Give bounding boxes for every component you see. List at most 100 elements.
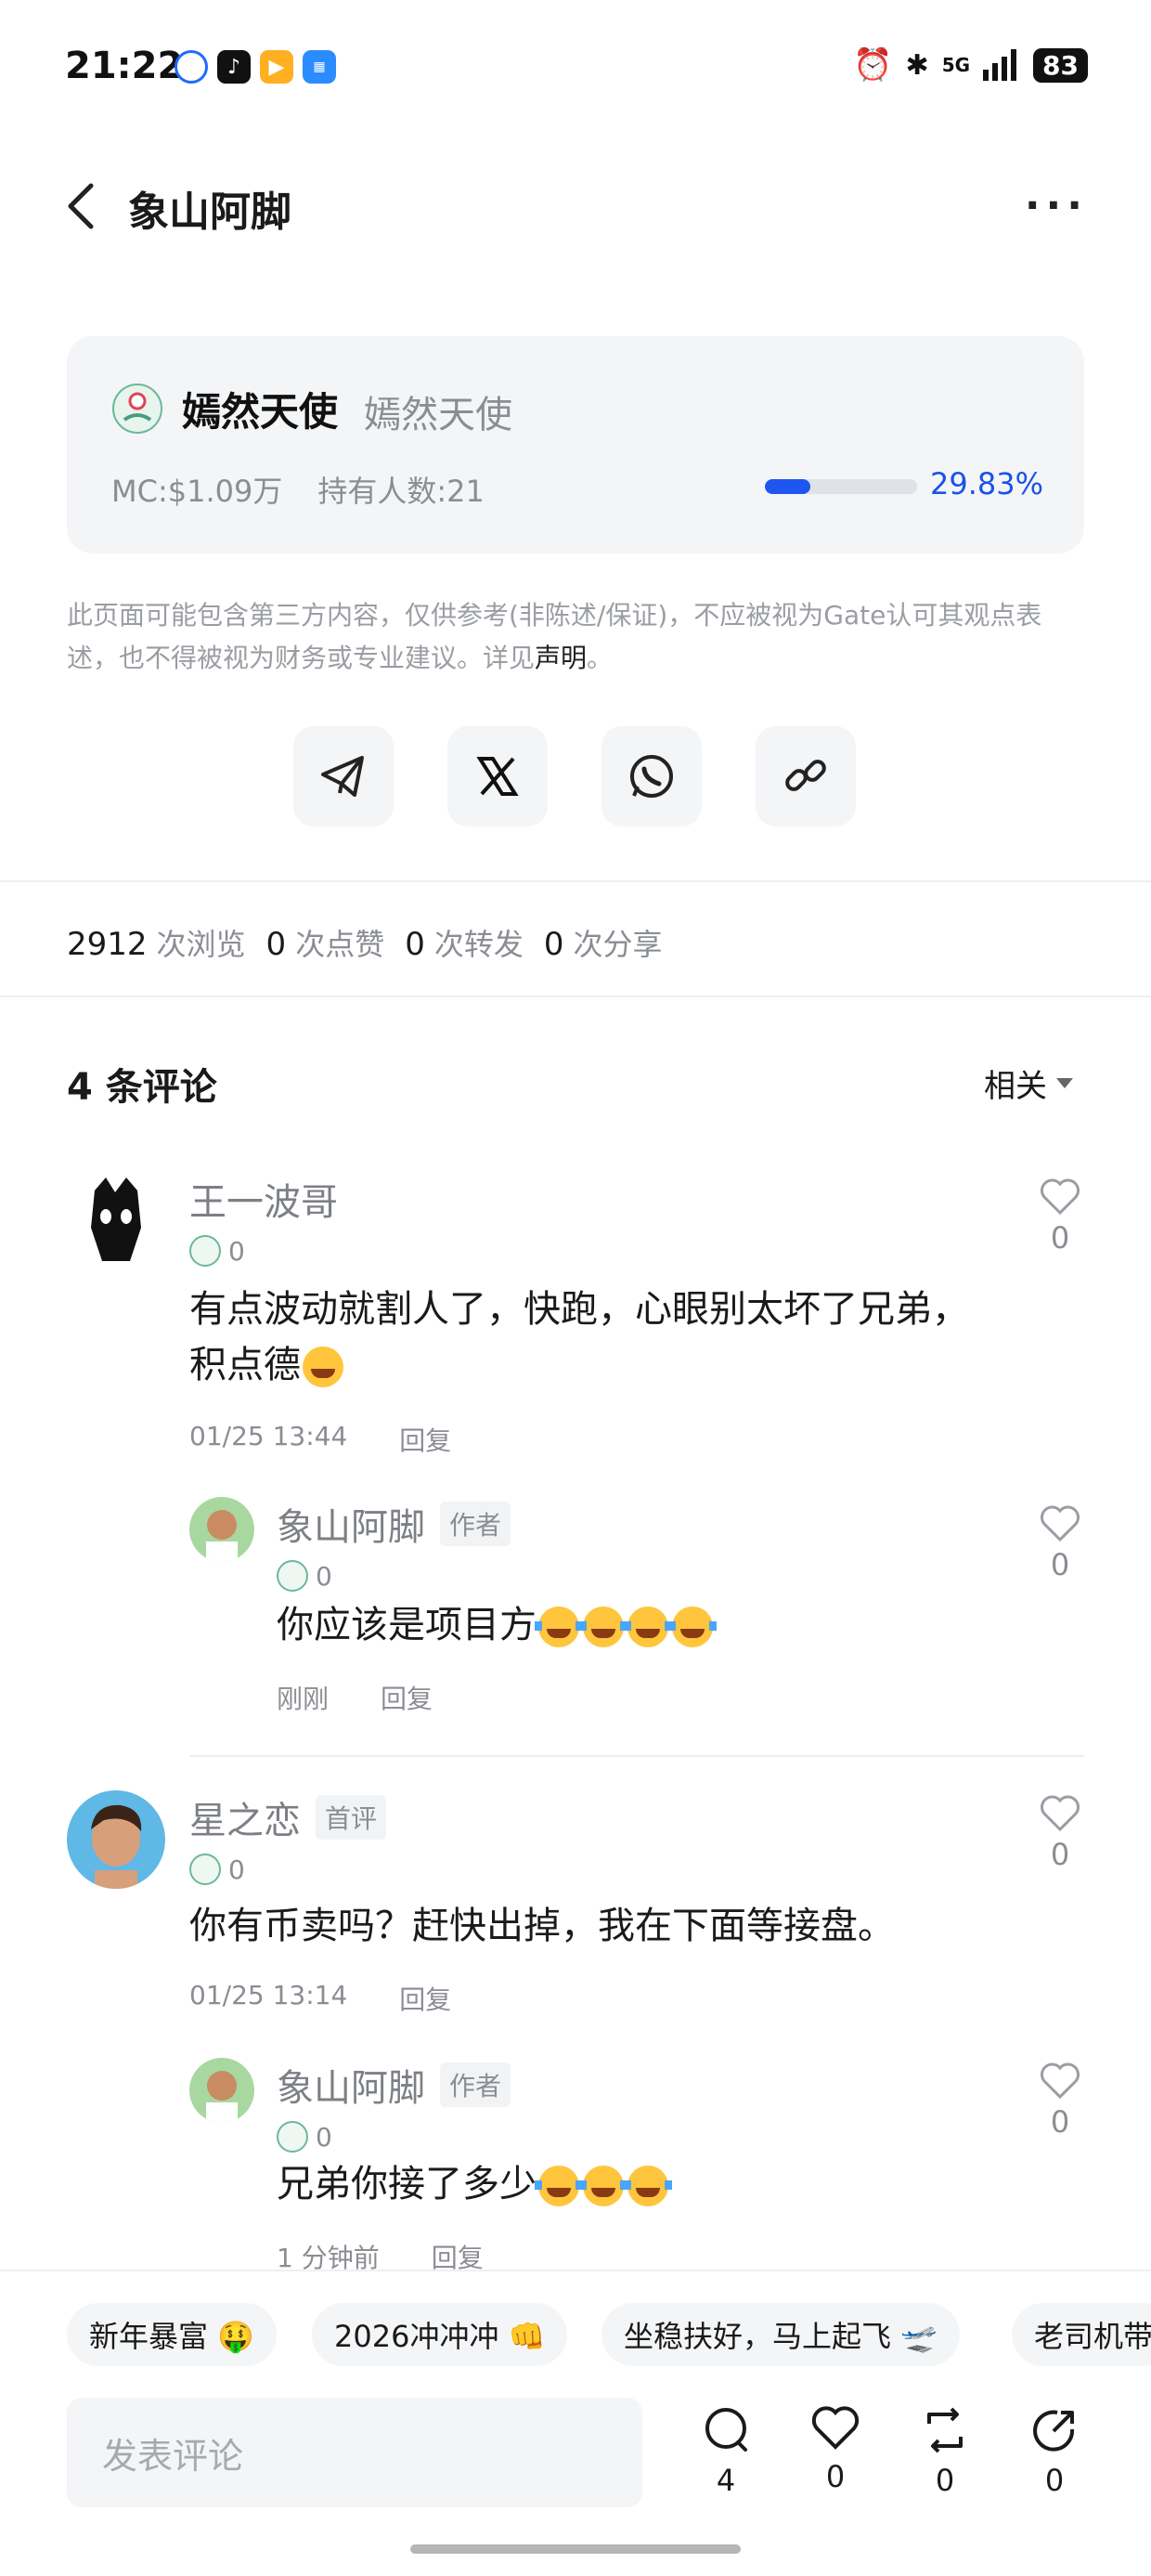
status-right: ⏰ ✱ 5G 83	[853, 46, 1088, 84]
comment-text: 你应该是项目方	[277, 1597, 717, 1653]
repost-action-button[interactable]: 0	[908, 2405, 982, 2498]
progress-percent: 29.83%	[930, 466, 1044, 501]
progress-bar	[765, 479, 917, 494]
author-badge: 作者	[440, 2062, 511, 2107]
home-indicator[interactable]	[410, 2544, 741, 2554]
disclaimer: 此页面可能包含第三方内容，仅供参考(非陈述/保证)，不应被视为Gate认可其观点…	[67, 594, 1088, 680]
reposts-count: 0	[935, 2463, 955, 2498]
comment-username[interactable]: 象山阿脚	[277, 1497, 425, 1551]
back-button[interactable]	[61, 178, 102, 234]
comment-like-button[interactable]: 0	[1032, 1504, 1088, 1582]
comment-input[interactable]: 发表评论	[67, 2398, 642, 2507]
comment-text: 你有币卖吗？赶快出掉，我在下面等接盘。	[189, 1905, 895, 1947]
reply-button[interactable]: 回复	[399, 1980, 451, 2017]
repost-icon	[927, 2407, 963, 2453]
comment-time: 01/25 13:14	[189, 1980, 348, 2010]
bluetooth-icon: ✱	[905, 48, 929, 82]
holders-count: 持有人数:21	[317, 474, 485, 509]
token-card[interactable]	[67, 336, 1084, 553]
token-mini-icon	[277, 1560, 308, 1592]
comment-icon	[705, 2408, 747, 2452]
market-cap: MC:$1.09万	[111, 474, 283, 509]
comment-username[interactable]: 星之恋	[189, 1790, 301, 1844]
more-options-button[interactable]: ···	[1025, 182, 1088, 229]
divider	[0, 880, 1151, 882]
likes-count: 0	[825, 2459, 846, 2494]
laugh-cry-emoji-icon	[579, 1607, 627, 1647]
comment-header: 象山阿脚 作者	[277, 1497, 511, 1551]
token-symbol: 嫣然天使	[364, 394, 512, 436]
signal-icon	[983, 49, 1017, 81]
laugh-cry-emoji-icon	[624, 2166, 672, 2206]
divider	[0, 995, 1151, 997]
notification-app-icons: ♪ ▶ ▦	[175, 50, 336, 84]
copy-link-button[interactable]	[756, 726, 856, 826]
heart-icon	[1041, 2062, 1080, 2100]
shares-stat: 0 次分享	[543, 926, 663, 963]
share-action-button[interactable]: 0	[1017, 2405, 1092, 2498]
token-stats: MC:$1.09万 持有人数:21	[111, 468, 485, 511]
link-icon	[785, 760, 826, 791]
comment-text: 有点波动就割人了，快跑，心眼别太坏了兄弟， 积点德	[189, 1288, 969, 1387]
comment-username[interactable]: 王一波哥	[189, 1172, 338, 1226]
page-title: 象山阿脚	[128, 189, 291, 236]
whatsapp-icon	[630, 755, 673, 798]
comment-text: 兄弟你接了多少	[277, 2156, 672, 2212]
quick-reply-chip[interactable]: 新年暴富 🤑	[67, 2303, 278, 2366]
comment-like-button[interactable]: 0	[1032, 2062, 1088, 2140]
share-telegram-button[interactable]	[293, 726, 394, 826]
reply-button[interactable]: 回复	[381, 1679, 433, 1716]
avatar[interactable]	[67, 1172, 165, 1270]
reply-button[interactable]: 回复	[399, 1421, 451, 1458]
first-comment-badge: 首评	[316, 1795, 387, 1840]
caret-down-icon	[1056, 1078, 1073, 1088]
video-app-icon: ▶	[260, 50, 293, 84]
avatar[interactable]	[67, 1790, 165, 1889]
comment-like-button[interactable]: 0	[1032, 1794, 1088, 1872]
sort-dropdown[interactable]: 相关	[984, 1060, 1073, 1106]
telegram-icon	[321, 756, 364, 797]
comment-like-button[interactable]: 0	[1032, 1177, 1088, 1255]
network-label: 5G	[941, 54, 971, 76]
x-icon	[476, 757, 519, 796]
avatar[interactable]	[189, 1497, 254, 1562]
sort-label: 相关	[984, 1068, 1047, 1105]
token-mini-icon	[189, 1854, 221, 1885]
quick-reply-chip[interactable]: 2026冲冲冲 👊	[312, 2303, 568, 2366]
token-logo-icon	[112, 384, 162, 434]
grin-emoji-icon	[303, 1347, 343, 1387]
post-stats: 2912 次浏览 0 次点赞 0 次转发 0 次分享	[67, 921, 663, 964]
comment-token: 0	[277, 1560, 332, 1592]
comment-time: 01/25 13:44	[189, 1421, 348, 1451]
token-mini-icon	[189, 1235, 221, 1267]
share-x-button[interactable]	[447, 726, 548, 826]
status-time: 21:22	[65, 45, 184, 87]
laugh-cry-emoji-icon	[535, 1607, 583, 1647]
progress-fill	[765, 479, 810, 494]
quick-reply-chip[interactable]: 坐稳扶好，马上起飞 🛫	[601, 2303, 961, 2366]
share-icon	[1033, 2410, 1075, 2452]
app-blue-icon: ▦	[303, 50, 336, 84]
heart-icon	[1041, 1505, 1080, 1542]
comments-title: 4 条评论	[67, 1066, 217, 1109]
comment-meta: 刚刚 回复	[277, 1679, 433, 1716]
heart-icon	[1041, 1795, 1080, 1832]
disclaimer-link[interactable]: 声明	[535, 643, 587, 673]
comment-time: 刚刚	[277, 1684, 330, 1714]
shares-count: 0	[1044, 2463, 1065, 2498]
comment-token: 0	[277, 2121, 332, 2153]
share-whatsapp-button[interactable]	[601, 726, 702, 826]
comment-meta: 01/25 13:14 回复	[189, 1980, 451, 2017]
app-c-icon	[175, 50, 208, 84]
token-name: 嫣然天使	[182, 389, 339, 435]
reposts-stat: 0 次转发	[405, 926, 524, 963]
comments-action-button[interactable]: 4	[689, 2405, 763, 2498]
quick-reply-chip[interactable]: 老司机带	[1012, 2303, 1151, 2366]
token-mini-icon	[277, 2121, 308, 2153]
alarm-icon: ⏰	[853, 46, 893, 84]
comment-username[interactable]: 象山阿脚	[277, 2058, 425, 2112]
avatar[interactable]	[189, 2058, 254, 2123]
author-badge: 作者	[440, 1502, 511, 1546]
like-action-button[interactable]: 0	[798, 2405, 873, 2494]
disclaimer-end: 。	[587, 643, 614, 673]
